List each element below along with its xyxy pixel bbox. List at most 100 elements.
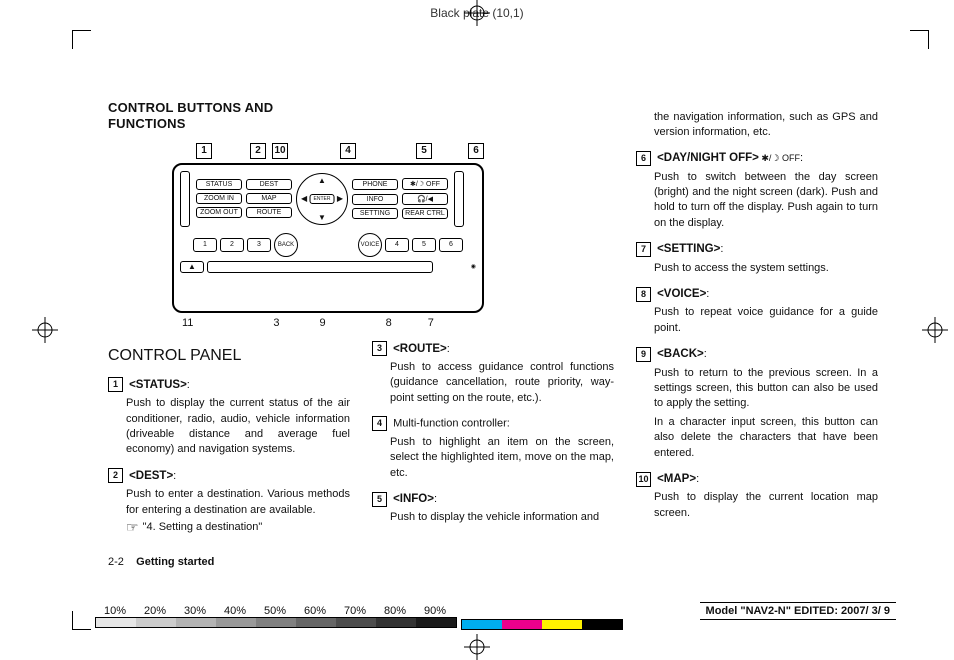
label-mfc: Multi-function controller: [393, 417, 510, 429]
disc-slot [207, 261, 433, 273]
label-status: <STATUS> [129, 379, 187, 391]
callout-9: 9 [320, 317, 326, 329]
btn-info: INFO [352, 194, 398, 205]
ref-2: ☞ "4. Setting a destination" [126, 518, 350, 538]
item-4: 4 Multi-function controller: Push to hig… [372, 416, 614, 481]
knob-left [180, 171, 190, 227]
callout-10: 10 [272, 143, 288, 159]
color-bar [461, 619, 623, 630]
callout-4: 4 [340, 143, 356, 159]
pct-60: 60% [295, 605, 335, 617]
callout-8: 8 [386, 317, 392, 329]
col-1: CONTROL PANEL 1 <STATUS>: Push to displa… [108, 337, 350, 548]
control-panel-diagram: STATUS DEST ZOOM IN MAP ZOOM OUT ROUTE [172, 163, 484, 313]
btn-map: MAP [246, 193, 292, 204]
ref-text: "4. Setting a destination" [143, 520, 263, 535]
numbox-7: 7 [636, 242, 651, 257]
callout-11: 11 [182, 317, 193, 329]
slot-row: ▲ ◉ [180, 261, 476, 273]
pct-90: 90% [415, 605, 455, 617]
crop-mark-tr [910, 30, 929, 49]
label-route: <ROUTE> [393, 343, 447, 355]
registration-mark-bottom [464, 634, 490, 660]
crop-mark-tl [72, 30, 91, 49]
item-3: 3 <ROUTE>: Push to access guidance contr… [372, 341, 614, 407]
numbox-3: 3 [372, 341, 387, 356]
preset-3: 3 [247, 238, 271, 252]
item-8: 8 <VOICE>: Push to repeat voice guidance… [636, 286, 878, 336]
btn-enter: ENTER [310, 194, 335, 204]
btn-status: STATUS [196, 179, 242, 190]
desc-1: Push to display the current status of th… [126, 396, 350, 458]
preset-2: 2 [220, 238, 244, 252]
numbox-10: 10 [636, 472, 651, 487]
callout-2: 2 [250, 143, 266, 159]
pct-20: 20% [135, 605, 175, 617]
crop-mark-bl [72, 611, 91, 630]
label-map: <MAP> [657, 473, 696, 485]
callout-6: 6 [468, 143, 484, 159]
label-dest: <DEST> [129, 470, 173, 482]
btn-back: BACK [274, 233, 298, 257]
arrow-left-icon: ◀ [301, 194, 307, 203]
disc-logo: ◉ [436, 263, 476, 270]
desc-10: Push to display the current location map… [654, 490, 878, 521]
desc-6: Push to switch between the day screen (b… [654, 170, 878, 232]
item-5: 5 <INFO>: Push to display the vehicle in… [372, 491, 614, 526]
page: Black plate (10,1) CONTROL BUTTONS AND F… [0, 0, 954, 660]
hand-icon: ☞ [126, 518, 139, 538]
label-back: <BACK> [657, 348, 704, 360]
pct-70: 70% [335, 605, 375, 617]
numbox-5: 5 [372, 492, 387, 507]
item-6: 6 <DAY/NIGHT OFF> ✱/☽ OFF: Push to switc… [636, 150, 878, 231]
btn-rear: REAR CTRL [402, 208, 448, 219]
arrow-up-icon: ▲ [318, 176, 326, 185]
numbox-1: 1 [108, 377, 123, 392]
item-10: 10 <MAP>: Push to display the current lo… [636, 471, 878, 521]
colon: : [706, 288, 709, 300]
btn-off: ✱/☽ OFF [402, 178, 448, 190]
title-line1: CONTROL BUTTONS AND [108, 100, 273, 115]
preset-row: 1 2 3 BACK VOICE 4 5 6 [180, 233, 476, 257]
colon: : [447, 343, 450, 355]
item-2: 2 <DEST>: Push to enter a destination. V… [108, 468, 350, 538]
title-line2: FUNCTIONS [108, 116, 186, 131]
callout-1: 1 [196, 143, 212, 159]
col-2: 3 <ROUTE>: Push to access guidance contr… [372, 337, 614, 548]
content: CONTROL BUTTONS AND FUNCTIONS 1 2 10 4 5… [108, 100, 878, 548]
preset-6: 6 [439, 238, 463, 252]
desc-4: Push to highlight an item on the screen,… [390, 435, 614, 481]
pct-10: 10% [95, 605, 135, 617]
control-panel-heading: CONTROL PANEL [108, 345, 350, 367]
btn-voice: VOICE [358, 233, 382, 257]
btn-audio: 🎧/◀ [402, 193, 448, 205]
btn-route: ROUTE [246, 207, 292, 218]
model-footer: Model "NAV2-N" EDITED: 2007/ 3/ 9 [700, 602, 896, 620]
desc-7: Push to access the system settings. [654, 261, 878, 276]
btn-eject: ▲ [180, 261, 204, 273]
grayscale-bar [95, 617, 457, 628]
label-setting: <SETTING> [657, 243, 720, 255]
numbox-6: 6 [636, 151, 651, 166]
colon: : [720, 243, 723, 255]
item-9: 9 <BACK>: Push to return to the previous… [636, 346, 878, 461]
knob-right [454, 171, 464, 227]
btn-phone: PHONE [352, 179, 398, 190]
colon: : [800, 152, 803, 164]
calibration-bar: 10% 20% 30% 40% 50% 60% 70% 80% 90% [95, 603, 623, 630]
colon: : [187, 379, 190, 391]
label-daynight: <DAY/NIGHT OFF> [657, 152, 759, 164]
percent-labels: 10% 20% 30% 40% 50% 60% 70% 80% 90% [95, 605, 457, 617]
registration-mark-top [464, 0, 490, 26]
pct-80: 80% [375, 605, 415, 617]
label-info: <INFO> [393, 493, 434, 505]
extra-6: ✱/☽ OFF [759, 153, 800, 163]
item-1: 1 <STATUS>: Push to display the current … [108, 377, 350, 458]
label-voice: <VOICE> [657, 288, 706, 300]
registration-mark-left [32, 317, 58, 343]
desc-3: Push to access guidance control function… [390, 360, 614, 406]
pct-50: 50% [255, 605, 295, 617]
btn-zoomin: ZOOM IN [196, 193, 242, 204]
desc-9b: In a character input screen, this button… [654, 415, 878, 461]
desc-9: Push to return to the previous screen. I… [654, 366, 878, 412]
